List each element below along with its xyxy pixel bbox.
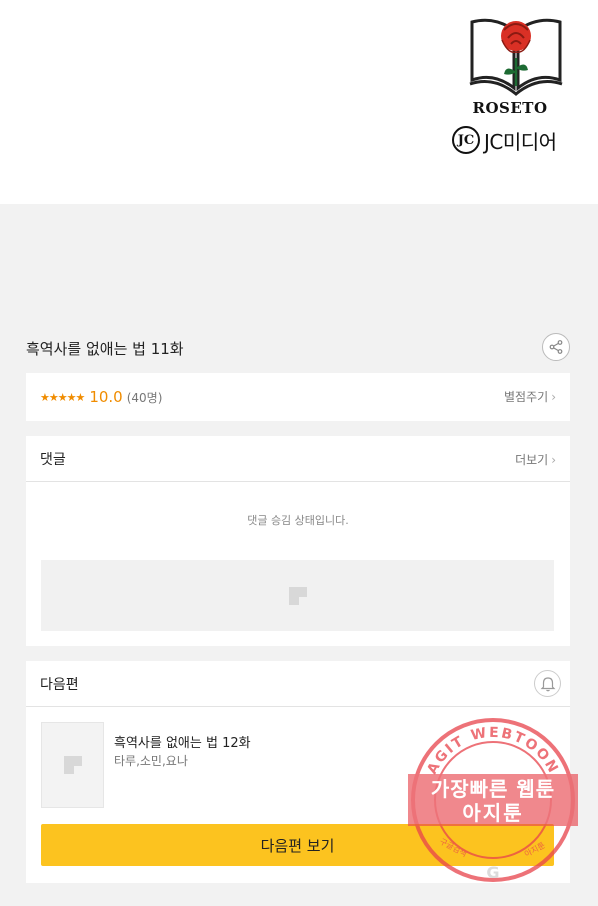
jc-mark-icon: JC [452,126,480,154]
ad-placeholder[interactable] [41,560,554,631]
next-episode-heading: 다음편 [40,676,79,693]
episode-title: 흑역사를 없애는 법 11화 [26,339,184,358]
next-episode-thumbnail[interactable] [41,722,104,808]
notify-button[interactable] [534,670,561,697]
comment-header: 댓글 더보기 › [26,436,570,482]
comment-status-text: 댓글 승김 상태입니다. [247,514,349,527]
comment-more-label: 더보기 [515,453,549,467]
chevron-right-icon: › [551,390,556,404]
rating-stars: ★★★★★ [40,390,85,404]
episode-title-row: 흑역사를 없애는 법 11화 [26,332,570,364]
comment-title: 댓글 [40,451,66,468]
rating-score: 10.0 [89,388,123,406]
next-episode-header: 다음편 [26,661,570,707]
share-button[interactable] [542,333,570,361]
next-episode-card: 다음편 흑역사를 없애는 법 12화 타루,소민,요나 다음편 보기 [26,661,570,883]
rate-button-label: 별점주기 [504,390,549,404]
comment-card: 댓글 더보기 › 댓글 승김 상태입니다. [26,436,570,646]
rating-card: ★★★★★ 10.0 (40명) 별점주기 › [26,373,570,421]
jc-media-name: JC미디어 [484,129,557,154]
next-episode-title[interactable]: 흑역사를 없애는 법 12화 [114,732,251,751]
share-icon [549,340,563,354]
image-placeholder-icon [288,586,307,605]
comment-more-button[interactable]: 더보기 › [515,451,556,468]
next-episode-button[interactable]: 다음편 보기 [41,824,554,866]
jc-media-logo: JC JC미디어 [452,125,557,155]
image-placeholder-icon [63,756,82,774]
roseto-wordmark: ROSETO [472,99,548,117]
publisher-banner: ROSETO JC JC미디어 [0,0,598,204]
chevron-right-icon: › [551,453,556,467]
next-episode-authors: 타루,소민,요나 [114,754,188,768]
rate-button[interactable]: 별점주기 › [504,388,556,405]
bell-icon [540,676,555,691]
rose-book-logo-icon [469,18,563,96]
rating-count: (40명) [126,390,163,405]
